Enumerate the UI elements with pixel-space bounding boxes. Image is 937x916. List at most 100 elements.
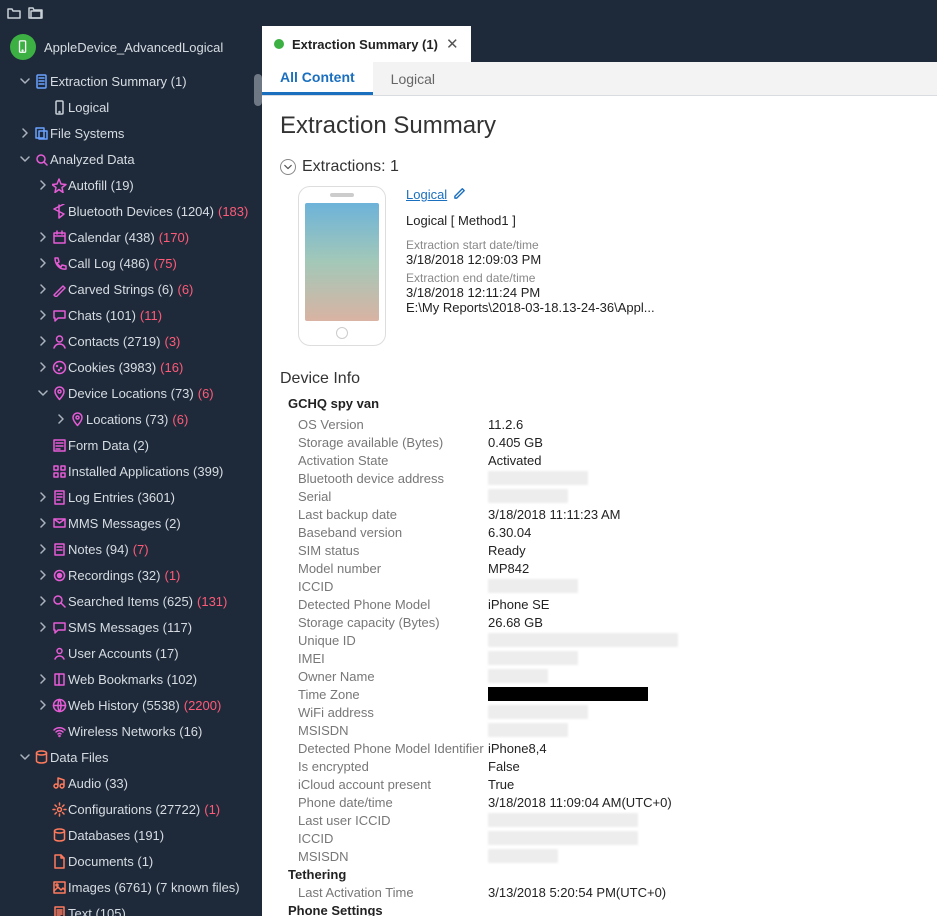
tree-item[interactable]: Installed Applications (399) — [0, 458, 262, 484]
tree-item[interactable]: Bluetooth Devices (1204)(183) — [0, 198, 262, 224]
info-row: Storage available (Bytes)0.405 GB — [298, 433, 919, 451]
log-icon — [50, 490, 68, 505]
tree-item-label: Carved Strings (6) — [68, 282, 173, 297]
info-value: iPhone8,4 — [488, 741, 547, 756]
mms-icon — [50, 516, 68, 531]
tree-item[interactable]: Images (6761)(7 known files) — [0, 874, 262, 900]
info-key: WiFi address — [298, 705, 488, 720]
info-key: Bluetooth device address — [298, 471, 488, 486]
folder-icon[interactable] — [28, 5, 44, 21]
chevron-down-icon — [36, 388, 50, 398]
chevron-right-icon — [36, 622, 50, 632]
tree-item-label: Autofill (19) — [68, 178, 134, 193]
tree-item[interactable]: Log Entries (3601) — [0, 484, 262, 510]
tree-item[interactable]: Data Files — [0, 744, 262, 770]
page-title: Extraction Summary — [280, 112, 919, 140]
tree-item[interactable]: Contacts (2719)(3) — [0, 328, 262, 354]
tree-item[interactable]: Audio (33) — [0, 770, 262, 796]
tree-item[interactable]: Device Locations (73)(6) — [0, 380, 262, 406]
redacted-value — [488, 633, 678, 647]
tree-item[interactable]: Locations (73)(6) — [0, 406, 262, 432]
deleted-count: (1) — [204, 802, 220, 817]
info-key: Detected Phone Model — [298, 597, 488, 612]
globe-icon — [50, 698, 68, 713]
info-row: Phone date/time3/18/2018 11:09:04 AM(UTC… — [298, 793, 919, 811]
chevron-right-icon — [36, 232, 50, 242]
subtab-logical[interactable]: Logical — [373, 62, 453, 95]
tree-item[interactable]: Databases (191) — [0, 822, 262, 848]
tree-item[interactable]: Analyzed Data — [0, 146, 262, 172]
tree-item[interactable]: MMS Messages (2) — [0, 510, 262, 536]
info-key: Is encrypted — [298, 759, 488, 774]
chevron-right-icon — [36, 336, 50, 346]
project-header[interactable]: AppleDevice_AdvancedLogical — [0, 26, 262, 68]
scrollbar-thumb[interactable] — [254, 74, 262, 106]
tree-item[interactable]: Notes (94)(7) — [0, 536, 262, 562]
tree-item[interactable]: File Systems — [0, 120, 262, 146]
wifi-icon — [50, 724, 68, 739]
tree-item[interactable]: User Accounts (17) — [0, 640, 262, 666]
extractions-header[interactable]: Extractions: 1 — [280, 158, 919, 176]
folder-open-icon[interactable] — [6, 5, 22, 21]
tree-item[interactable]: Web History (5538) (2200) — [0, 692, 262, 718]
tab-bar: Extraction Summary (1) ✕ — [262, 26, 937, 62]
redacted-value — [488, 705, 588, 719]
redacted-value — [488, 831, 638, 845]
tree-item[interactable]: Carved Strings (6)(6) — [0, 276, 262, 302]
tree-item[interactable]: Form Data (2) — [0, 432, 262, 458]
tree-item[interactable]: SMS Messages (117) — [0, 614, 262, 640]
tree-item[interactable]: Calendar (438)(170) — [0, 224, 262, 250]
chat-icon — [50, 620, 68, 635]
deleted-count: (2200) — [184, 698, 222, 713]
tree-item[interactable]: Configurations (27722)(1) — [0, 796, 262, 822]
tab-extraction-summary[interactable]: Extraction Summary (1) ✕ — [262, 26, 471, 62]
tree-item-label: Web History (5538) — [68, 698, 180, 713]
info-row: Model numberMP842 — [298, 559, 919, 577]
info-key: Model number — [298, 561, 488, 576]
tree-item[interactable]: Call Log (486)(75) — [0, 250, 262, 276]
redacted-value — [488, 687, 648, 701]
tree-item-label: Bluetooth Devices (1204) — [68, 204, 214, 219]
cfg-icon — [50, 802, 68, 817]
tree-item[interactable]: Recordings (32)(1) — [0, 562, 262, 588]
info-value: False — [488, 759, 520, 774]
chevron-right-icon — [36, 362, 50, 372]
tree-item[interactable]: Documents (1) — [0, 848, 262, 874]
info-row: Bluetooth device address — [298, 469, 919, 487]
info-key: Owner Name — [298, 669, 488, 684]
tree-item[interactable]: Cookies (3983)(16) — [0, 354, 262, 380]
info-row: OS Version11.2.6 — [298, 415, 919, 433]
tree-item[interactable]: Logical — [0, 94, 262, 120]
tree-item[interactable]: Web Bookmarks (102) — [0, 666, 262, 692]
info-key: SIM status — [298, 543, 488, 558]
tree-item[interactable]: Wireless Networks (16) — [0, 718, 262, 744]
tree-item-label: Text (105) — [68, 906, 126, 916]
info-value: 3/18/2018 11:09:04 AM(UTC+0) — [488, 795, 672, 810]
subtab-all-content[interactable]: All Content — [262, 62, 373, 95]
info-row: Time Zone — [298, 685, 919, 703]
chevron-right-icon — [36, 284, 50, 294]
img-icon — [50, 880, 68, 895]
form-icon — [50, 438, 68, 453]
tree-item[interactable]: Extraction Summary (1) — [0, 68, 262, 94]
edit-icon[interactable] — [453, 186, 467, 203]
window-toolbar — [0, 0, 937, 26]
tree-item[interactable]: Autofill (19) — [0, 172, 262, 198]
call-icon — [50, 256, 68, 271]
info-row: ICCID — [298, 577, 919, 595]
chevron-right-icon — [36, 700, 50, 710]
tree-item-label: Extraction Summary (1) — [50, 74, 187, 89]
info-key: Baseband version — [298, 525, 488, 540]
chevron-right-icon — [36, 258, 50, 268]
info-row: Baseband version6.30.04 — [298, 523, 919, 541]
tree-item[interactable]: Text (105) — [0, 900, 262, 916]
tree-item[interactable]: Searched Items (625)(131) — [0, 588, 262, 614]
user-icon — [50, 646, 68, 661]
info-value: 0.405 GB — [488, 435, 543, 450]
info-key: IMEI — [298, 651, 488, 666]
logical-link[interactable]: Logical — [406, 187, 447, 202]
info-row: Owner Name — [298, 667, 919, 685]
tree-item[interactable]: Chats (101)(11) — [0, 302, 262, 328]
close-icon[interactable]: ✕ — [446, 35, 459, 53]
info-key: ICCID — [298, 831, 488, 846]
